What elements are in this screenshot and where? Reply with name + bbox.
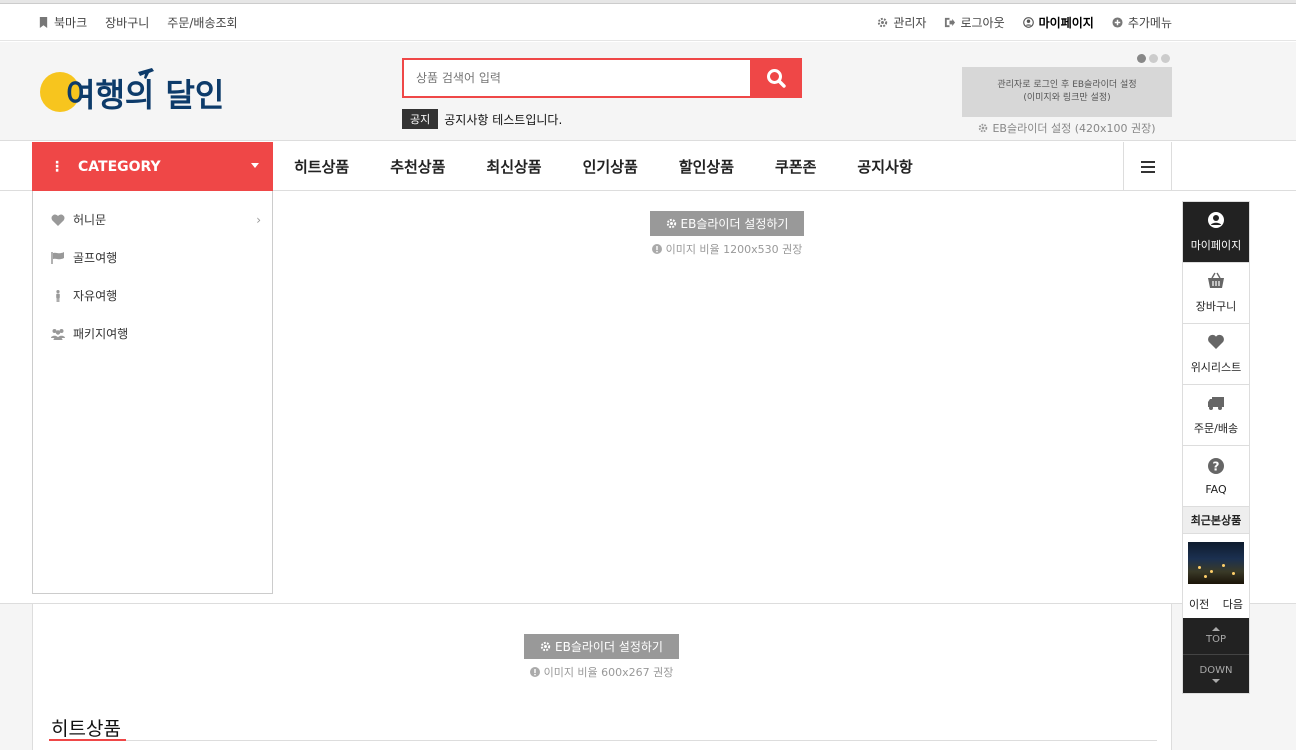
hamburger-icon [1140, 160, 1155, 173]
nav-coupon[interactable]: 쿠폰존 [775, 156, 816, 177]
user-circle-icon [1208, 212, 1224, 228]
nav-recommended[interactable]: 추천상품 [390, 156, 445, 177]
category-item-honeymoon[interactable]: 허니문 › [51, 211, 261, 228]
nav-sale[interactable]: 할인상품 [679, 156, 734, 177]
svg-text:?: ? [1213, 459, 1220, 473]
recent-viewed-title: 최근본상품 [1183, 507, 1249, 534]
category-toggle[interactable]: ⋮ CATEGORY [32, 142, 273, 191]
top-utility-bar: 북마크 장바구니 주문/배송조회 관리자 로그아웃 마이페이지 추가메뉴 [0, 4, 1296, 41]
more-menu-link[interactable]: 추가메뉴 [1112, 14, 1172, 31]
sign-out-icon [945, 17, 956, 28]
bookmark-icon [39, 17, 48, 28]
lower-slider-note: 이미지 비율 600x267 권장 [504, 664, 699, 680]
notice-text: 공지사항 테스트입니다. [444, 112, 563, 127]
quick-faq[interactable]: ? FAQ [1183, 446, 1249, 507]
caret-up-icon [1212, 627, 1220, 631]
search-icon [767, 69, 786, 88]
question-circle-icon: ? [1208, 457, 1224, 474]
quick-cart[interactable]: 장바구니 [1183, 263, 1249, 324]
info-icon [651, 244, 662, 254]
scroll-top-button[interactable]: TOP [1183, 618, 1249, 655]
gear-icon [666, 218, 676, 229]
category-item-free-travel[interactable]: 자유여행 [51, 287, 261, 304]
group-icon [51, 328, 65, 340]
quick-wishlist[interactable]: 위시리스트 [1183, 324, 1249, 385]
hamburger-menu-button[interactable] [1123, 142, 1172, 191]
admin-link[interactable]: 관리자 [877, 14, 926, 31]
recent-item-thumbnail[interactable] [1188, 542, 1244, 584]
quick-delivery[interactable]: 주문/배송 [1183, 385, 1249, 446]
basket-icon [1208, 272, 1224, 288]
recent-pager: 이전 다음 [1183, 584, 1249, 618]
notice-ticker[interactable]: 공지 공지사항 테스트입니다. [402, 109, 562, 129]
category-item-golf[interactable]: 골프여행 [51, 249, 261, 266]
notice-tag: 공지 [402, 109, 439, 129]
pager-dot[interactable] [1161, 54, 1170, 63]
search-bar [402, 58, 802, 98]
logout-link[interactable]: 로그아웃 [944, 14, 1005, 31]
recent-next[interactable]: 다음 [1223, 596, 1243, 612]
gear-icon [979, 123, 988, 133]
nav-popular[interactable]: 인기상품 [583, 156, 638, 177]
search-button[interactable] [750, 58, 802, 98]
caret-down-icon [251, 163, 259, 168]
gear-icon [878, 17, 888, 28]
lower-slider-settings-button[interactable]: EB슬라이더 설정하기 [524, 634, 679, 659]
bookmark-link[interactable]: 북마크 [38, 14, 87, 31]
quick-menu: 마이페이지 장바구니 위시리스트 주문/배송 ? FAQ 최근본상품 이전 다음… [1182, 201, 1250, 694]
mypage-link[interactable]: 마이페이지 [1022, 14, 1094, 31]
nav-hit[interactable]: 히트상품 [294, 156, 349, 177]
banner-pager [1137, 54, 1170, 63]
header: 여행의 달인 공지 공지사항 테스트입니다. 관리자로 로그인 후 EB슬라이더… [0, 42, 1296, 141]
banner-settings-link[interactable]: EB슬라이더 설정 (420x100 권장) [962, 120, 1172, 136]
gear-icon [540, 641, 551, 652]
main-nav: ⋮ CATEGORY 히트상품 추천상품 최신상품 인기상품 할인상품 쿠폰존 … [0, 142, 1296, 191]
person-icon [56, 289, 60, 302]
pager-dot[interactable] [1149, 54, 1158, 63]
chevron-right-icon: › [256, 212, 261, 227]
order-lookup-link[interactable]: 주문/배송조회 [167, 14, 237, 31]
nav-notice[interactable]: 공지사항 [857, 156, 912, 177]
recent-prev[interactable]: 이전 [1189, 596, 1209, 612]
cart-link[interactable]: 장바구니 [105, 14, 149, 31]
heart-icon [1208, 334, 1224, 349]
main-slider-note: 이미지 비율 1200x530 권장 [650, 241, 804, 257]
main-slider-area: EB슬라이더 설정하기 이미지 비율 1200x530 권장 [273, 191, 1182, 603]
caret-down-icon [1212, 679, 1220, 683]
pager-dot[interactable] [1137, 54, 1146, 63]
nav-latest[interactable]: 최신상품 [486, 156, 541, 177]
category-item-package[interactable]: 패키지여행 [51, 325, 261, 342]
main-slider-settings-button[interactable]: EB슬라이더 설정하기 [650, 211, 804, 236]
category-panel: 허니문 › 골프여행 자유여행 패키지여행 [32, 191, 273, 594]
scroll-down-button[interactable]: DOWN [1183, 655, 1249, 693]
flag-icon [51, 251, 64, 264]
user-circle-icon [1022, 17, 1034, 28]
svg-text:여행의 달인: 여행의 달인 [66, 76, 224, 114]
quick-mypage[interactable]: 마이페이지 [1183, 202, 1249, 263]
heart-icon [51, 214, 65, 226]
plus-circle-icon [1112, 17, 1123, 28]
vertical-dots-icon: ⋮ [50, 158, 64, 175]
section-title-underline [49, 739, 126, 741]
search-input[interactable] [402, 58, 750, 98]
section-divider [49, 740, 1157, 741]
info-icon [529, 667, 540, 677]
header-banner[interactable]: 관리자로 로그인 후 EB슬라이더 설정 (이미지와 링크만 설정) [962, 67, 1172, 117]
truck-icon [1208, 397, 1224, 410]
lower-content: EB슬라이더 설정하기 이미지 비율 600x267 권장 히트상품 [32, 604, 1172, 750]
section-title: 히트상품 [51, 718, 121, 740]
site-logo[interactable]: 여행의 달인 [38, 62, 228, 116]
